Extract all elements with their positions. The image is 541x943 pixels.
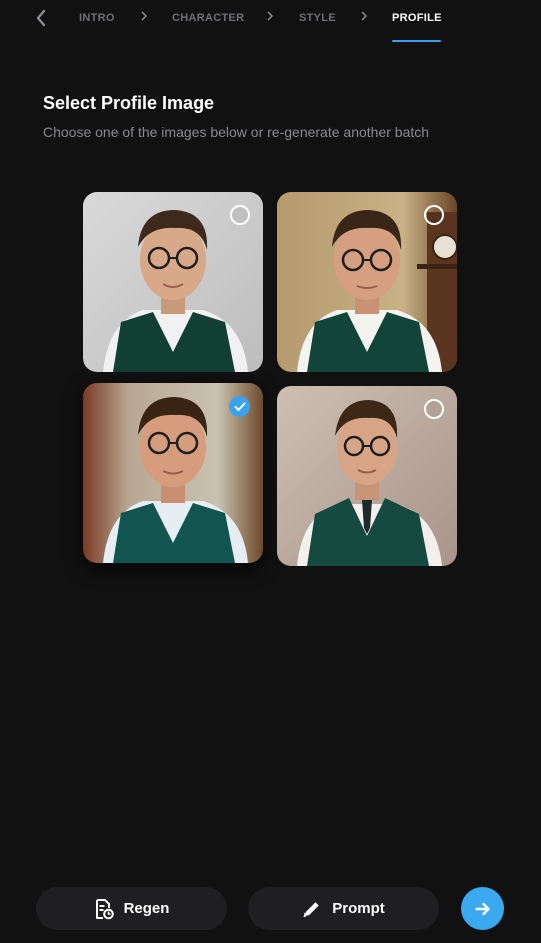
checkmark-icon — [234, 402, 245, 411]
active-step-indicator — [392, 40, 441, 42]
next-button[interactable] — [461, 887, 504, 930]
step-profile[interactable]: PROFILE — [392, 12, 442, 24]
select-radio[interactable] — [230, 205, 250, 225]
prompt-button[interactable]: Prompt — [248, 887, 439, 930]
profile-image-option-1[interactable] — [83, 192, 263, 372]
step-style[interactable]: STYLE — [299, 12, 336, 24]
page-title: Select Profile Image — [43, 93, 215, 113]
chevron-right-icon — [141, 11, 148, 21]
chevron-left-icon — [36, 9, 46, 27]
regen-label: Regen — [123, 900, 170, 917]
stepper-nav: INTRO CHARACTER STYLE PROFILE — [0, 0, 541, 44]
back-button[interactable] — [32, 8, 50, 28]
regen-button[interactable]: Regen — [36, 887, 227, 930]
pencil-icon — [303, 901, 319, 917]
page-subtitle: Choose one of the images below or re-gen… — [43, 124, 430, 140]
arrow-right-icon — [474, 902, 490, 915]
select-radio[interactable] — [424, 399, 444, 419]
select-radio-checked[interactable] — [229, 396, 250, 417]
chevron-right-icon — [267, 11, 274, 21]
file-refresh-icon — [95, 898, 114, 919]
chevron-right-icon — [361, 11, 368, 21]
profile-image-option-3[interactable] — [83, 383, 263, 563]
step-intro[interactable]: INTRO — [79, 12, 115, 24]
profile-image-option-4[interactable] — [277, 386, 457, 566]
step-character[interactable]: CHARACTER — [172, 12, 244, 24]
select-radio[interactable] — [424, 205, 444, 225]
prompt-label: Prompt — [332, 900, 385, 917]
profile-selection-screen: INTRO CHARACTER STYLE PROFILE Select Pro… — [0, 0, 541, 943]
profile-image-option-2[interactable] — [277, 192, 457, 372]
